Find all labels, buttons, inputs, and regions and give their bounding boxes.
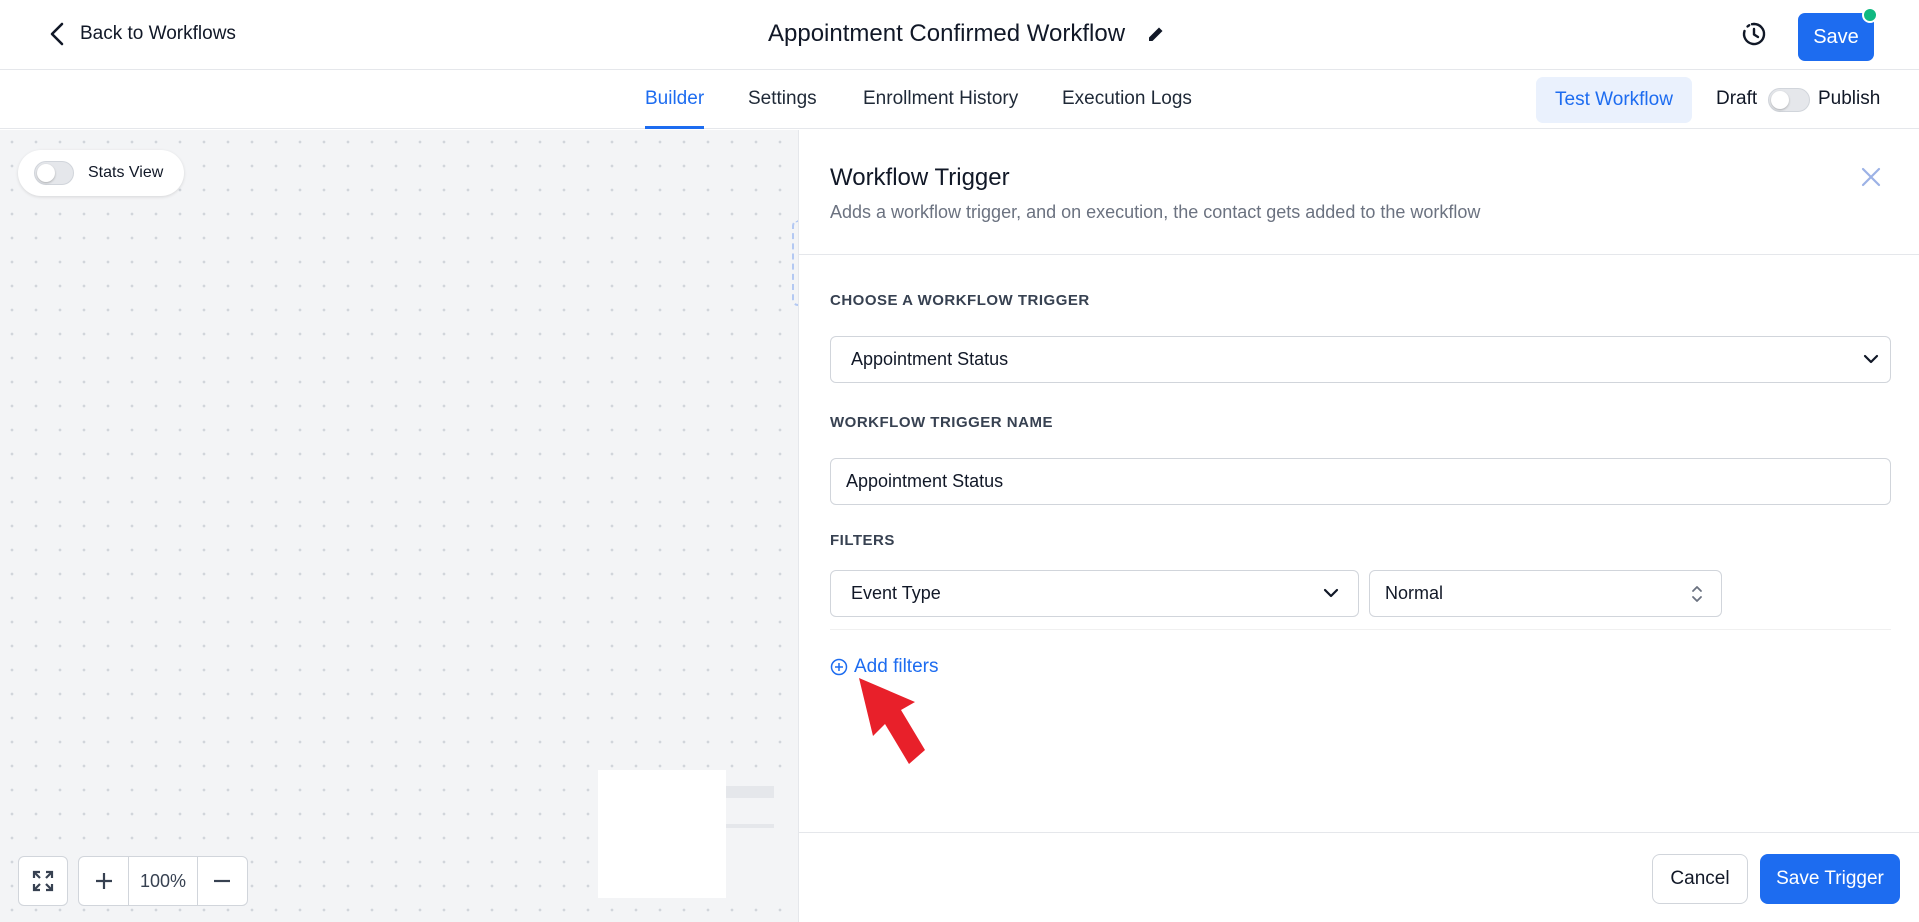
filters-divider bbox=[830, 629, 1891, 630]
save-trigger-button[interactable]: Save Trigger bbox=[1760, 854, 1900, 904]
minimap-viewport bbox=[598, 770, 726, 898]
tab-builder[interactable]: Builder bbox=[645, 88, 704, 110]
fit-view-button[interactable] bbox=[18, 856, 68, 906]
plus-icon bbox=[95, 873, 112, 889]
workflow-title: Appointment Confirmed Workflow bbox=[768, 20, 1165, 48]
trigger-section-label: CHOOSE A WORKFLOW TRIGGER bbox=[830, 292, 1090, 309]
chevron-down-icon bbox=[1863, 354, 1879, 364]
draft-label: Draft bbox=[1716, 88, 1758, 109]
filter-value-select[interactable]: Normal bbox=[1369, 570, 1722, 617]
minimap-node bbox=[726, 786, 774, 798]
filter-value-text: Normal bbox=[1385, 583, 1444, 603]
workflow-title-text: Appointment Confirmed Workflow bbox=[768, 20, 1126, 47]
zoom-out-button[interactable] bbox=[198, 857, 247, 905]
save-button[interactable]: Save bbox=[1798, 13, 1874, 61]
chevron-left-icon bbox=[50, 22, 64, 46]
panel-subtitle: Adds a workflow trigger, and on executio… bbox=[830, 202, 1481, 222]
status-dot bbox=[1862, 7, 1878, 23]
stats-view-control: Stats View bbox=[18, 150, 184, 196]
publish-toggle[interactable] bbox=[1768, 88, 1810, 112]
history-clock-icon[interactable] bbox=[1740, 20, 1768, 48]
minimap-node bbox=[726, 824, 774, 828]
toggle-knob bbox=[1771, 91, 1789, 109]
tab-bar: Builder Settings Enrollment History Exec… bbox=[0, 70, 1919, 129]
zoom-level: 100% bbox=[128, 857, 198, 905]
filters-label: FILTERS bbox=[830, 532, 895, 549]
filter-field-value: Event Type bbox=[851, 583, 941, 603]
minus-icon bbox=[214, 879, 231, 883]
workflow-canvas[interactable]: Stats View 100% bbox=[0, 130, 798, 922]
workflow-trigger-panel: Workflow Trigger Adds a workflow trigger… bbox=[798, 130, 1919, 922]
panel-title: Workflow Trigger bbox=[830, 164, 1010, 191]
trigger-select[interactable]: Appointment Status bbox=[830, 336, 1891, 383]
toggle-knob bbox=[37, 164, 55, 182]
cancel-button[interactable]: Cancel bbox=[1652, 854, 1748, 904]
panel-divider bbox=[799, 254, 1919, 255]
stats-view-label: Stats View bbox=[88, 164, 164, 181]
active-tab-indicator bbox=[645, 126, 704, 129]
zoom-controls: 100% bbox=[78, 856, 248, 906]
tab-execution-logs[interactable]: Execution Logs bbox=[1062, 88, 1192, 110]
close-icon[interactable] bbox=[1860, 166, 1882, 188]
stats-view-toggle[interactable] bbox=[34, 161, 74, 185]
back-to-workflows-link[interactable]: Back to Workflows bbox=[48, 22, 236, 46]
tab-settings[interactable]: Settings bbox=[748, 88, 817, 110]
test-workflow-button[interactable]: Test Workflow bbox=[1536, 77, 1692, 123]
top-header: Back to Workflows Appointment Confirmed … bbox=[0, 0, 1919, 70]
sort-updown-icon bbox=[1692, 586, 1702, 602]
filter-field-select[interactable]: Event Type bbox=[830, 570, 1359, 617]
chevron-down-icon bbox=[1323, 588, 1339, 598]
minimap[interactable] bbox=[596, 768, 782, 900]
trigger-name-input[interactable] bbox=[830, 458, 1891, 505]
panel-footer-divider bbox=[799, 832, 1919, 833]
publish-label: Publish bbox=[1818, 88, 1881, 109]
expand-icon bbox=[32, 870, 54, 892]
annotation-arrow-icon bbox=[859, 678, 925, 764]
zoom-in-button[interactable] bbox=[79, 857, 128, 905]
pencil-icon[interactable] bbox=[1147, 25, 1165, 43]
trigger-select-value: Appointment Status bbox=[851, 349, 1009, 369]
plus-circle-icon bbox=[830, 658, 848, 676]
back-label: Back to Workflows bbox=[80, 23, 236, 44]
trigger-name-label: WORKFLOW TRIGGER NAME bbox=[830, 414, 1053, 431]
tab-enrollment-history[interactable]: Enrollment History bbox=[863, 88, 1018, 110]
